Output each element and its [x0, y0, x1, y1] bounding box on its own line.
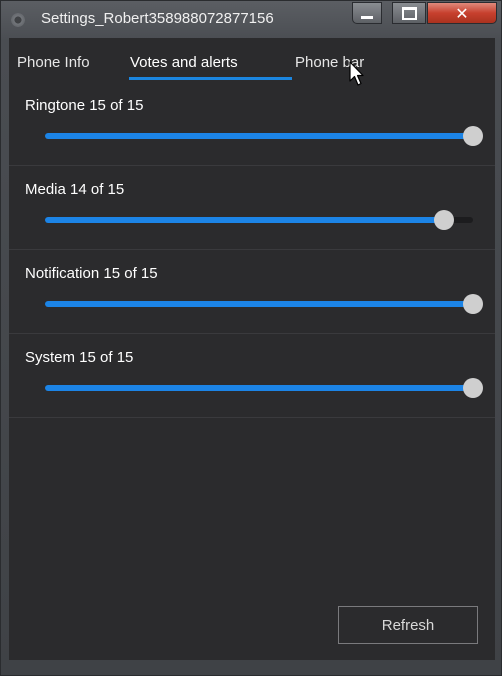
media-volume-slider[interactable]	[45, 210, 473, 230]
tab-bar: Phone Info Votes and alerts Phone bar	[9, 38, 495, 82]
maximize-button[interactable]	[392, 2, 426, 24]
ringtone-volume-slider[interactable]	[45, 126, 483, 146]
settings-window: Settings_Robert358988072877156 ✕ Phone I…	[0, 0, 502, 676]
minimize-icon	[361, 15, 373, 19]
close-icon: ✕	[455, 3, 469, 23]
slider-fill	[45, 217, 445, 223]
title-bar[interactable]: Settings_Robert358988072877156 ✕	[1, 1, 501, 37]
system-volume-label: System 15 of 15	[25, 349, 134, 366]
notification-volume-label: Notification 15 of 15	[25, 265, 158, 282]
slider-thumb[interactable]	[463, 294, 483, 314]
maximize-icon	[401, 6, 417, 20]
active-tab-indicator	[129, 77, 292, 80]
mouse-cursor-icon	[349, 61, 364, 86]
slider-fill	[45, 133, 473, 139]
media-volume-label: Media 14 of 15	[25, 181, 125, 198]
ringtone-volume-group: Ringtone 15 of 15	[9, 82, 495, 166]
tab-phone-info[interactable]: Phone Info	[17, 54, 90, 71]
close-button[interactable]: ✕	[427, 2, 497, 24]
refresh-button[interactable]: Refresh	[338, 606, 478, 644]
media-volume-group: Media 14 of 15	[9, 166, 495, 250]
slider-thumb[interactable]	[463, 378, 483, 398]
settings-panel: Phone Info Votes and alerts Phone bar Ri…	[9, 38, 495, 660]
window-title: Settings_Robert358988072877156	[41, 10, 274, 27]
slider-thumb[interactable]	[463, 126, 483, 146]
slider-fill	[45, 385, 473, 391]
minimize-button[interactable]	[352, 2, 382, 24]
system-volume-slider[interactable]	[45, 378, 483, 398]
ringtone-volume-label: Ringtone 15 of 15	[25, 97, 144, 114]
app-icon	[10, 12, 26, 28]
slider-fill	[45, 301, 473, 307]
tab-votes-and-alerts[interactable]: Votes and alerts	[130, 54, 238, 71]
notification-volume-group: Notification 15 of 15	[9, 250, 495, 334]
slider-thumb[interactable]	[434, 210, 455, 230]
notification-volume-slider[interactable]	[45, 294, 483, 314]
system-volume-group: System 15 of 15	[9, 334, 495, 418]
